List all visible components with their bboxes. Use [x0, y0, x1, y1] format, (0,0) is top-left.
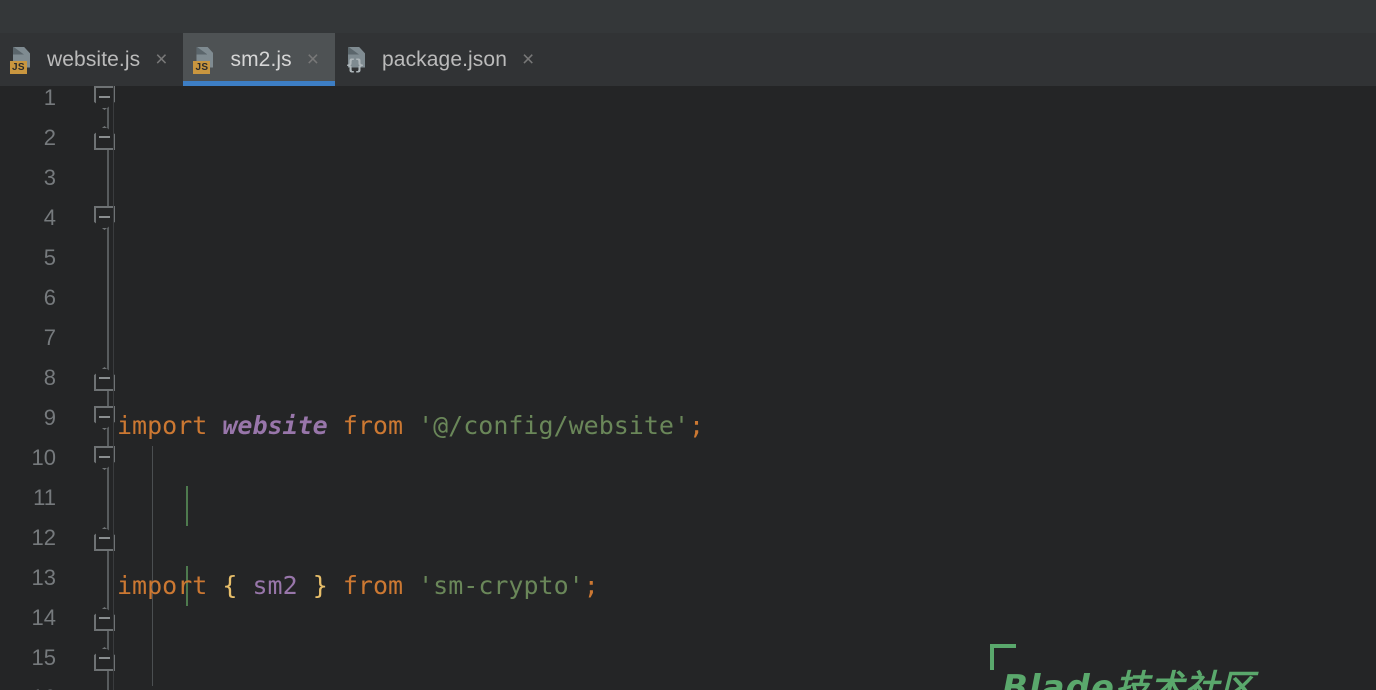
line-number: 9 — [43, 405, 56, 430]
line-number: 13 — [31, 565, 56, 590]
line-number: 7 — [43, 325, 56, 350]
token-import: import — [117, 571, 208, 600]
indent-guide-active — [186, 486, 188, 526]
line-number: 6 — [43, 285, 56, 310]
editor-tab-sm2-js[interactable]: JS sm2.js × — [183, 33, 336, 86]
fold-region-marker-try[interactable] — [94, 446, 115, 470]
line-number: 12 — [31, 525, 56, 550]
fold-region-marker-jsdoc-end[interactable] — [94, 367, 115, 391]
editor-tab-close-button[interactable]: × — [520, 49, 536, 70]
line-number: 3 — [43, 165, 56, 190]
line-number: 10 — [31, 445, 56, 470]
token-website-ident: website — [222, 411, 328, 440]
line-number: 11 — [33, 485, 56, 510]
code-line-1: import website from '@/config/website'; — [117, 406, 1376, 446]
fold-region-marker-function-end[interactable] — [94, 647, 115, 671]
token-from: from — [342, 571, 404, 600]
line-number: 8 — [43, 365, 56, 390]
editor-tab-close-button[interactable]: × — [153, 49, 169, 70]
fold-region-marker-function[interactable] — [94, 406, 115, 430]
code-editor[interactable]: 1 2 3 4 5 6 7 8 9 10 11 12 13 14 15 16 — [0, 86, 1376, 690]
editor-tab-label: sm2.js — [230, 47, 292, 71]
token-brace-open: { — [222, 571, 238, 600]
editor-tab-label: website.js — [47, 47, 141, 71]
token-from: from — [342, 411, 404, 440]
line-number: 16 — [0, 678, 56, 690]
json-file-icon: {} — [345, 45, 371, 75]
line-number: 2 — [43, 125, 56, 150]
token-config-path: '@/config/website' — [418, 411, 690, 440]
token-semicolon: ; — [583, 571, 599, 600]
editor-tab-package-json[interactable]: {} package.json × — [335, 33, 550, 86]
editor-tab-bar[interactable]: JS website.js × JS sm2.js × {} package.j… — [0, 33, 1376, 86]
line-number: 5 — [43, 245, 56, 270]
line-number: 14 — [31, 605, 56, 630]
editor-tab-close-button[interactable]: × — [305, 49, 321, 70]
js-file-icon: JS — [193, 45, 219, 75]
line-number: 1 — [43, 86, 56, 110]
line-number: 4 — [43, 205, 56, 230]
gutter-separator — [113, 86, 114, 690]
code-content[interactable]: import website from '@/config/website'; … — [117, 86, 1376, 690]
fold-region-marker-catch[interactable] — [94, 527, 115, 551]
editor-tab-website-js[interactable]: JS website.js × — [0, 33, 183, 86]
token-brace-close: } — [312, 571, 328, 600]
fold-region-marker-import1[interactable] — [94, 86, 115, 110]
editor-gutter[interactable]: 1 2 3 4 5 6 7 8 9 10 11 12 13 14 15 16 — [0, 86, 117, 690]
ide-window: JS website.js × JS sm2.js × {} package.j… — [0, 0, 1376, 690]
code-line-2: import { sm2 } from 'sm-crypto'; — [117, 566, 1376, 606]
token-sm2: sm2 — [252, 571, 298, 600]
js-file-icon: JS — [10, 45, 36, 75]
fold-region-marker-jsdoc-start[interactable] — [94, 206, 115, 230]
token-import: import — [117, 411, 208, 440]
main-toolbar — [0, 0, 1376, 33]
fold-region-marker-try-end[interactable] — [94, 607, 115, 631]
line-number: 15 — [31, 645, 56, 670]
fold-region-marker-import2[interactable] — [94, 126, 115, 150]
token-semicolon: ; — [689, 411, 705, 440]
token-sm-crypto-path: 'sm-crypto' — [418, 571, 584, 600]
editor-tab-label: package.json — [382, 47, 507, 71]
